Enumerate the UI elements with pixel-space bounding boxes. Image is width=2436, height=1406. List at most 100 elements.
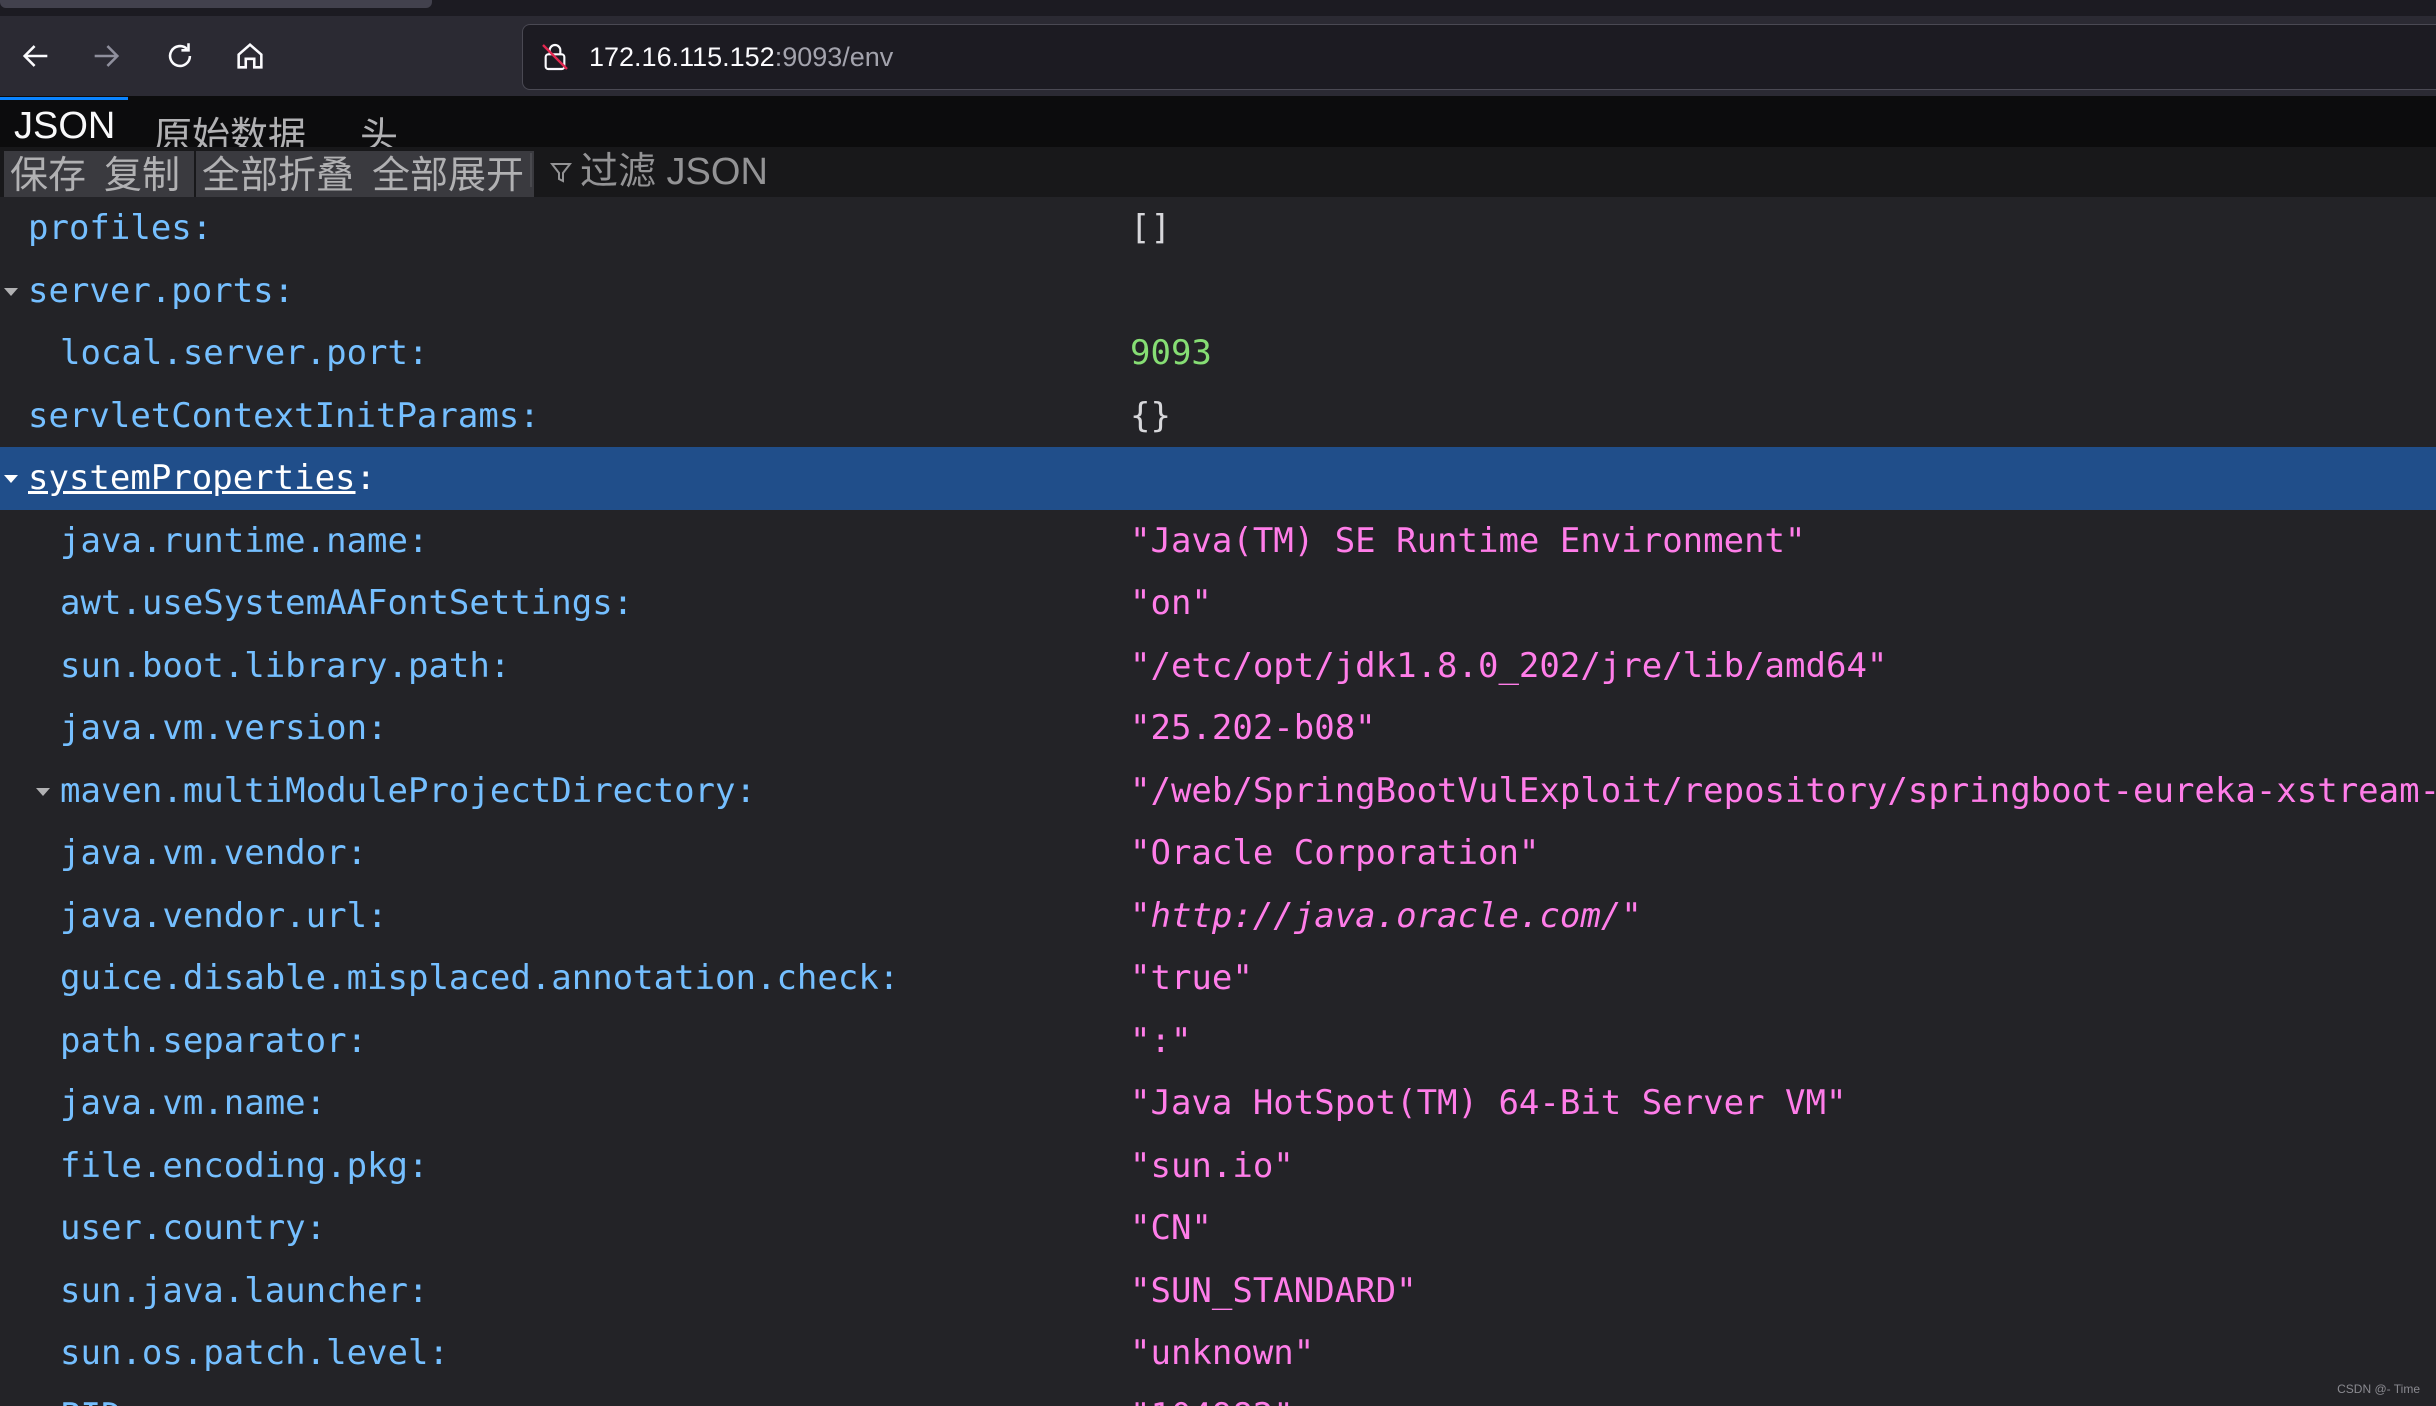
tab-json[interactable]: JSON: [14, 105, 115, 147]
home-button[interactable]: [228, 34, 272, 78]
watermark: CSDN @- Time: [2337, 1382, 2420, 1396]
json-key: file.encoding.pkg:: [60, 1145, 429, 1186]
expand-toggle-icon[interactable]: [34, 786, 52, 798]
json-key-name: servletContextInitParams: [28, 395, 520, 436]
json-key-name: java.vm.vendor: [60, 833, 347, 873]
reload-button[interactable]: [158, 34, 202, 78]
json-key-name: local.server.port: [60, 333, 408, 373]
json-value: "on": [1130, 583, 1212, 623]
active-browser-tab[interactable]: [0, 0, 432, 8]
json-row[interactable]: user.country: "CN": [0, 1197, 2436, 1260]
json-key: java.runtime.name:: [60, 520, 429, 561]
json-value: "Java HotSpot(TM) 64-Bit Server VM": [1130, 1083, 1847, 1123]
json-key: user.country:: [60, 1208, 327, 1248]
json-value: "25.202-b08": [1130, 708, 1376, 748]
json-key: server.ports:: [28, 270, 295, 311]
json-row[interactable]: systemProperties:: [0, 447, 2436, 510]
json-key: profiles:: [28, 208, 213, 248]
json-key-name: file.encoding.pkg: [60, 1145, 408, 1186]
json-row[interactable]: sun.java.launcher: "SUN_STANDARD": [0, 1260, 2436, 1323]
address-bar[interactable]: 172.16.115.152:9093/env: [522, 24, 2436, 90]
json-value: "CN": [1130, 1208, 1212, 1248]
json-row[interactable]: server.ports:: [0, 260, 2436, 323]
json-key: guice.disable.misplaced.annotation.check…: [60, 958, 900, 998]
tab-raw-data[interactable]: 原始数据: [154, 105, 306, 147]
json-key-name: java.runtime.name: [60, 520, 408, 561]
json-key-name: maven.multiModuleProjectDirectory: [60, 770, 736, 811]
json-value: []: [1130, 208, 1171, 248]
json-value: "/web/SpringBootVulExploit/repository/sp…: [1130, 770, 2436, 811]
url-text[interactable]: 172.16.115.152:9093/env: [589, 25, 893, 89]
json-row[interactable]: java.vm.version: "25.202-b08": [0, 697, 2436, 760]
home-icon: [237, 42, 263, 69]
json-key: java.vm.name:: [60, 1083, 327, 1123]
forward-arrow-icon: [94, 45, 120, 67]
json-value: "104982": [1130, 1385, 1294, 1406]
json-tree: profiles: [] server.ports: local.server.por…: [0, 197, 2436, 1406]
insecure-lock-icon[interactable]: [539, 41, 571, 73]
toolbar-separator: [530, 153, 532, 187]
json-key-name: PID: [60, 1396, 121, 1406]
filter-json-input[interactable]: 过滤 JSON: [580, 147, 768, 197]
tab-headers[interactable]: 头: [360, 105, 398, 147]
json-key-name: server.ports: [28, 270, 274, 311]
json-key-name: java.vendor.url: [60, 895, 368, 936]
json-value: "/etc/opt/jdk1.8.0_202/jre/lib/amd64": [1130, 645, 1888, 686]
json-key: sun.java.launcher:: [60, 1270, 429, 1311]
json-key-name: sun.java.launcher: [60, 1270, 408, 1311]
json-row[interactable]: servletContextInitParams: {}: [0, 385, 2436, 448]
json-value: "true": [1130, 958, 1253, 998]
json-value: "http://java.oracle.com/": [1130, 895, 1642, 936]
json-value: "Oracle Corporation": [1130, 833, 1540, 873]
json-key-name: profiles: [28, 208, 192, 248]
json-row[interactable]: PID: "104982": [0, 1385, 2436, 1406]
json-row[interactable]: sun.boot.library.path: "/etc/opt/jdk1.8.0…: [0, 635, 2436, 698]
json-value-link[interactable]: http://java.oracle.com/: [1150, 896, 1621, 936]
json-key: maven.multiModuleProjectDirectory:: [60, 770, 756, 811]
json-row[interactable]: local.server.port: 9093: [0, 322, 2436, 385]
json-row[interactable]: path.separator: ":": [0, 1010, 2436, 1073]
json-key-name: path.separator: [60, 1020, 347, 1061]
json-row[interactable]: guice.disable.misplaced.annotation.check…: [0, 947, 2436, 1010]
json-value: "unknown": [1130, 1333, 1315, 1373]
json-row[interactable]: file.encoding.pkg: "sun.io": [0, 1135, 2436, 1198]
json-row[interactable]: java.vm.vendor: "Oracle Corporation": [0, 822, 2436, 885]
json-key: sun.os.patch.level:: [60, 1333, 449, 1373]
json-row[interactable]: awt.useSystemAAFontSettings: "on": [0, 572, 2436, 635]
expand-toggle-icon[interactable]: [2, 286, 20, 298]
collapse-all-button[interactable]: 全部折叠: [196, 151, 366, 197]
json-key: servletContextInitParams:: [28, 395, 540, 436]
json-row[interactable]: profiles: []: [0, 197, 2436, 260]
json-key-name: systemProperties: [28, 458, 356, 498]
url-path: :9093/env: [774, 42, 894, 72]
json-row[interactable]: java.vm.name: "Java HotSpot(TM) 64-Bit Se…: [0, 1072, 2436, 1135]
json-value: {}: [1130, 395, 1171, 436]
json-row[interactable]: sun.os.patch.level: "unknown": [0, 1322, 2436, 1385]
json-row[interactable]: java.runtime.name: "Java(TM) SE Runtime E…: [0, 510, 2436, 573]
expand-all-button[interactable]: 全部展开: [366, 151, 534, 197]
json-key: java.vm.vendor:: [60, 833, 368, 873]
json-toolbar: 保存 复制 全部折叠 全部展开 过滤 JSON: [0, 147, 2436, 198]
json-key: java.vm.version:: [60, 708, 388, 748]
expand-toggle-icon[interactable]: [2, 473, 20, 485]
json-viewer-tabs: JSON 原始数据 头: [0, 97, 2436, 147]
json-key: path.separator:: [60, 1020, 368, 1061]
json-row[interactable]: java.vendor.url: "http://java.oracle.com/…: [0, 885, 2436, 948]
back-button[interactable]: [14, 34, 58, 78]
json-value: ":": [1130, 1020, 1192, 1061]
save-button[interactable]: 保存: [4, 151, 98, 197]
json-value: 9093: [1130, 333, 1212, 373]
copy-button[interactable]: 复制: [98, 151, 194, 197]
forward-button[interactable]: [84, 34, 128, 78]
json-key-name: sun.boot.library.path: [60, 645, 490, 686]
active-tab-indicator: [0, 97, 128, 100]
filter-icon: [550, 163, 572, 183]
json-key-name: java.vm.version: [60, 708, 368, 748]
json-key: systemProperties:: [28, 458, 376, 498]
browser-tab-strip: [0, 0, 2436, 16]
json-row[interactable]: maven.multiModuleProjectDirectory: "/web/…: [0, 760, 2436, 823]
reload-icon: [168, 43, 192, 68]
json-key-name: awt.useSystemAAFontSettings: [60, 583, 613, 623]
json-key: local.server.port:: [60, 333, 429, 373]
json-key-name: user.country: [60, 1208, 306, 1248]
